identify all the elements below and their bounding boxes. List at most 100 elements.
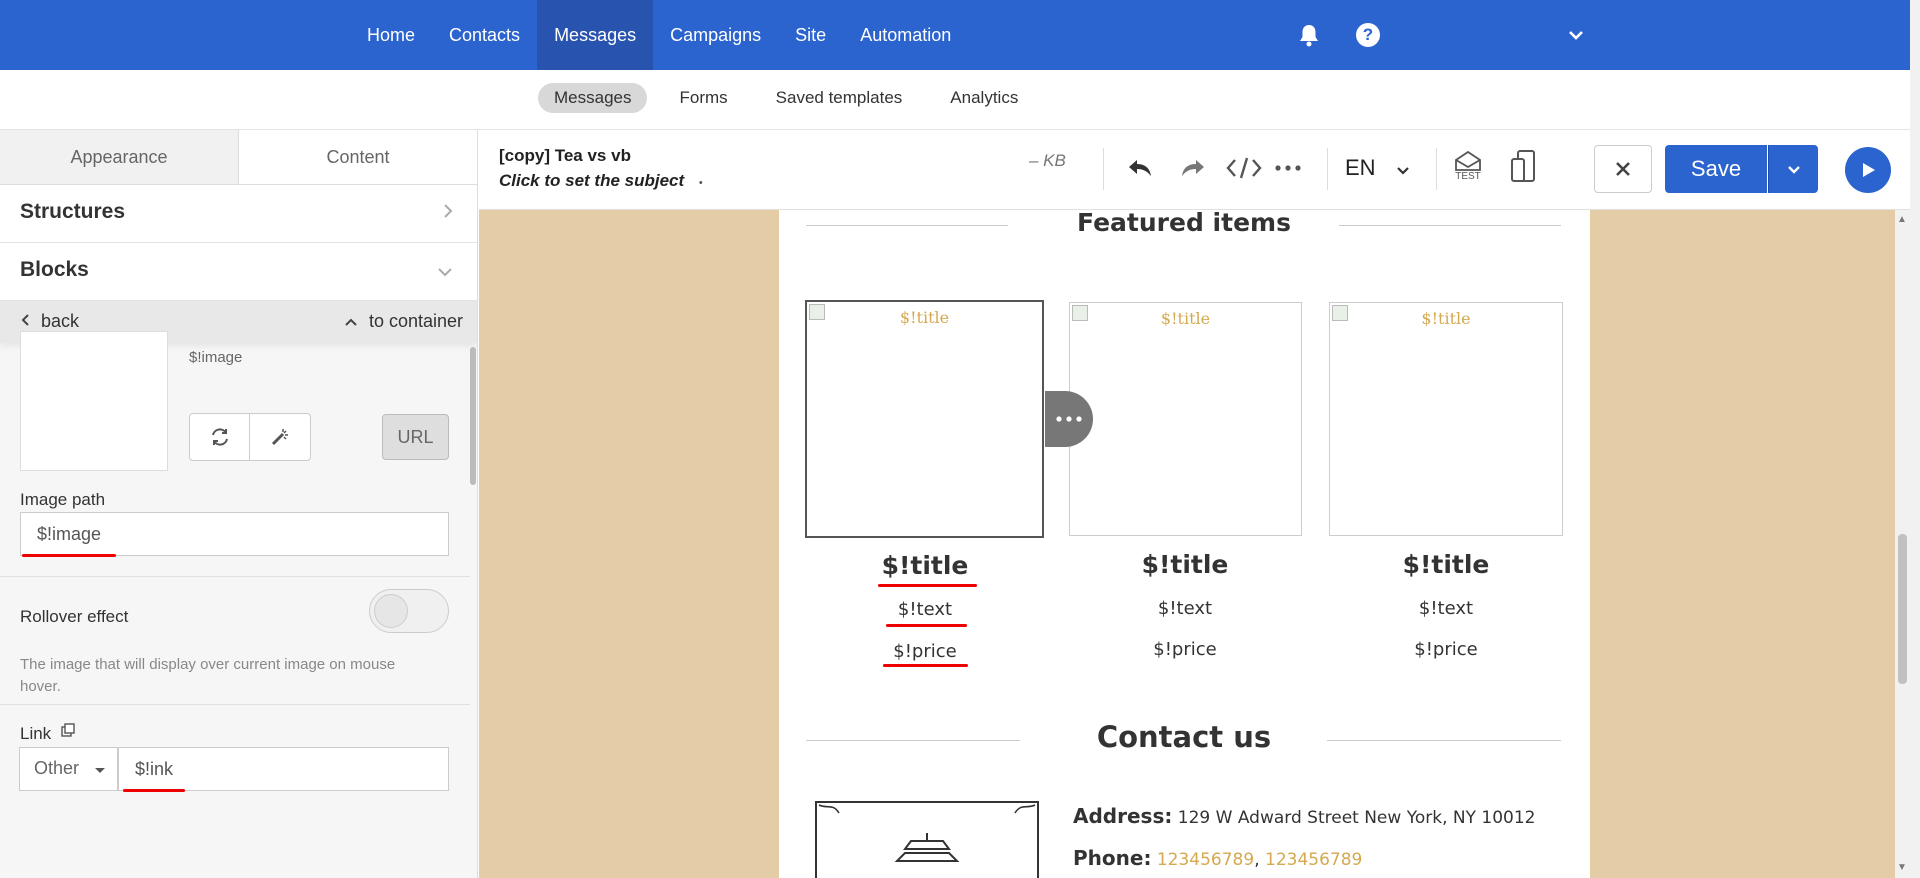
phone-separator: , (1254, 850, 1260, 870)
save-options-button[interactable] (1768, 145, 1818, 193)
card-title[interactable]: $!title (806, 551, 1044, 580)
error-underline (123, 789, 185, 792)
scroll-down-icon[interactable]: ▼ (1897, 862, 1907, 873)
card-price[interactable]: $!price (1066, 639, 1304, 660)
structures-section[interactable]: Structures (0, 185, 477, 243)
preview-play-button[interactable] (1845, 147, 1891, 193)
subnav-analytics[interactable]: Analytics (934, 83, 1034, 113)
subject-dot: • (698, 177, 703, 189)
test-email-button[interactable]: TEST (1453, 150, 1483, 182)
image-thumbnail[interactable] (20, 331, 168, 471)
address-value[interactable]: 129 W Adward Street New York, NY 10012 (1178, 808, 1536, 828)
image-path-label: Image path (20, 490, 106, 509)
refresh-icon (211, 428, 228, 446)
subnav-saved-templates[interactable]: Saved templates (760, 83, 919, 113)
featured-items-title[interactable]: Featured items (1009, 210, 1359, 237)
phone-link[interactable]: 123456789 (1265, 850, 1362, 870)
address-line: Address: 129 W Adward Street New York, N… (1073, 804, 1535, 828)
product-image[interactable]: $!title (1329, 302, 1563, 536)
caret-down-icon (95, 768, 105, 773)
mobile-preview-icon[interactable] (1510, 150, 1536, 182)
redo-icon[interactable] (1179, 152, 1207, 184)
chevron-down-icon (437, 261, 453, 282)
subject-field[interactable]: Click to set the subject • (499, 171, 703, 191)
blocks-section[interactable]: Blocks (0, 243, 477, 301)
bell-icon[interactable] (1296, 22, 1322, 48)
decorative-frame-image[interactable] (815, 801, 1039, 878)
card-price[interactable]: $!price (1327, 639, 1565, 660)
link-type-value: Other (34, 758, 80, 778)
image-path-input[interactable] (20, 512, 449, 556)
chevron-down-icon[interactable] (1563, 22, 1589, 48)
rollover-label: Rollover effect (20, 607, 129, 626)
block-settings: $!image URL Image path Rollover effect T… (0, 331, 470, 878)
product-image[interactable]: $!title (1069, 302, 1302, 536)
message-name[interactable]: [copy] Tea vs vb (499, 146, 631, 166)
replace-image-button[interactable] (189, 413, 250, 461)
tab-content[interactable]: Content (239, 130, 477, 184)
editor-toolbar: [copy] Tea vs vb Click to set the subjec… (479, 130, 1910, 210)
play-icon (1863, 163, 1875, 177)
main-menu: Home Contacts Messages Campaigns Site Au… (350, 0, 968, 70)
rollover-toggle[interactable] (369, 589, 449, 633)
nav-automation[interactable]: Automation (843, 0, 968, 70)
canvas-scrollbar[interactable]: ▲ ▼ (1895, 210, 1910, 878)
back-label: back (41, 311, 80, 331)
card-text[interactable]: $!text (1327, 598, 1565, 619)
chevron-right-icon (443, 203, 453, 224)
top-navigation: Home Contacts Messages Campaigns Site Au… (0, 0, 1910, 70)
card-title[interactable]: $!title (1327, 550, 1565, 579)
scroll-up-icon[interactable]: ▲ (1897, 214, 1907, 225)
card-title[interactable]: $!title (1066, 550, 1304, 579)
link-type-select[interactable]: Other (19, 747, 118, 791)
nav-site[interactable]: Site (778, 0, 843, 70)
structures-label: Structures (20, 200, 126, 223)
magic-edit-button[interactable] (250, 413, 311, 461)
chevron-up-icon (345, 318, 357, 326)
page-scrollbar[interactable] (1910, 0, 1920, 878)
subnav-messages[interactable]: Messages (538, 83, 648, 113)
settings-panel: Appearance Content Structures Blocks bac… (0, 130, 478, 878)
image-variable: $!image (189, 349, 243, 366)
phone-line: Phone: 123456789, 123456789 (1073, 846, 1362, 870)
chevron-down-icon (1787, 165, 1800, 174)
chevron-left-icon (21, 314, 29, 326)
url-button[interactable]: URL (382, 414, 449, 460)
scrollbar-thumb[interactable] (1898, 534, 1907, 684)
nav-home[interactable]: Home (350, 0, 432, 70)
more-options-icon (1056, 416, 1082, 422)
subnav-forms[interactable]: Forms (663, 83, 743, 113)
panel-scrollbar[interactable] (470, 347, 476, 485)
nav-contacts[interactable]: Contacts (432, 0, 537, 70)
close-button[interactable] (1594, 145, 1652, 193)
sub-navigation: Messages Forms Saved templates Analytics (0, 70, 1910, 130)
image-alt-text: $!title (1160, 309, 1211, 328)
phone-link[interactable]: 123456789 (1157, 850, 1254, 870)
copy-link-icon[interactable] (60, 723, 76, 744)
save-button[interactable]: Save (1665, 145, 1767, 193)
back-button[interactable]: back (20, 311, 79, 332)
image-alt-text: $!title (1421, 309, 1471, 328)
blocks-label: Blocks (20, 258, 89, 281)
contact-us-title[interactable]: Contact us (1009, 720, 1359, 754)
card-text[interactable]: $!text (1066, 598, 1304, 619)
product-image-selected[interactable]: $!title (805, 300, 1044, 538)
nav-messages[interactable]: Messages (537, 0, 654, 70)
to-container-label: to container (368, 311, 463, 331)
phone-label: Phone: (1073, 846, 1152, 870)
code-icon[interactable] (1226, 152, 1262, 184)
to-container-button[interactable]: to container (344, 311, 463, 332)
card-text[interactable]: $!text (806, 599, 1044, 620)
card-price[interactable]: $!price (806, 641, 1044, 662)
more-options-icon[interactable] (1275, 152, 1301, 184)
nav-campaigns[interactable]: Campaigns (653, 0, 778, 70)
help-icon[interactable]: ? (1355, 22, 1381, 48)
envelope-open-icon (1455, 150, 1481, 171)
undo-icon[interactable] (1126, 152, 1154, 184)
tab-appearance[interactable]: Appearance (0, 130, 239, 184)
test-label: TEST (1455, 171, 1481, 182)
language-select[interactable]: EN (1345, 155, 1410, 181)
address-label: Address: (1073, 804, 1173, 828)
magic-wand-icon (271, 429, 288, 446)
link-input[interactable] (118, 747, 449, 791)
